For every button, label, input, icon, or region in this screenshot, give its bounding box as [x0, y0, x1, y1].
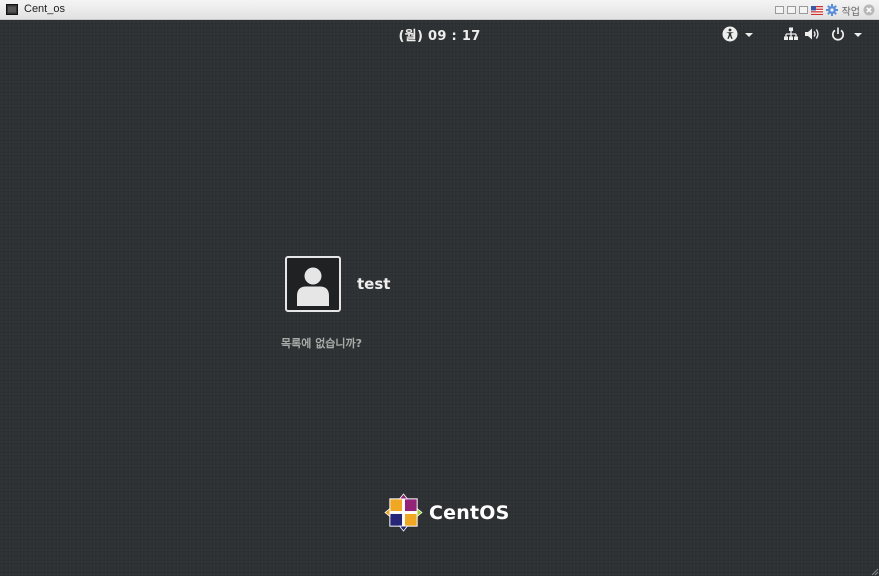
terminal-window-icon [6, 4, 18, 15]
chevron-down-icon [854, 33, 862, 37]
minimize-button[interactable] [774, 6, 784, 14]
restore-button[interactable] [786, 6, 796, 14]
chevron-down-icon [745, 33, 753, 37]
not-listed-link[interactable]: 목록에 없습니까? [281, 335, 362, 351]
gear-icon[interactable] [825, 4, 838, 16]
gnome-top-bar: (월) 09 : 17 [0, 20, 879, 47]
system-status-menu[interactable] [783, 26, 865, 42]
window-title: Cent_os [24, 3, 65, 15]
flag-icon[interactable] [810, 5, 823, 15]
maximize-button[interactable] [798, 6, 808, 14]
user-avatar-icon [297, 267, 329, 306]
brand-name: CentOS [429, 501, 510, 524]
mode-label[interactable]: 작업 [842, 3, 860, 18]
window-controls: 작업 [774, 2, 875, 18]
volume-icon [805, 28, 819, 40]
network-wired-icon [784, 27, 798, 40]
power-icon [831, 27, 845, 41]
username-label: test [357, 275, 391, 293]
window-titlebar: Cent_os 작업 [0, 0, 879, 20]
centos-logo-icon [384, 493, 423, 532]
accessibility-icon [722, 26, 738, 42]
resize-grip-icon[interactable] [869, 566, 879, 576]
close-icon[interactable] [863, 4, 875, 16]
user-list-item[interactable]: test [285, 256, 390, 312]
centos-logo: CentOS [384, 493, 509, 532]
avatar [285, 256, 341, 312]
accessibility-menu[interactable] [722, 26, 756, 42]
